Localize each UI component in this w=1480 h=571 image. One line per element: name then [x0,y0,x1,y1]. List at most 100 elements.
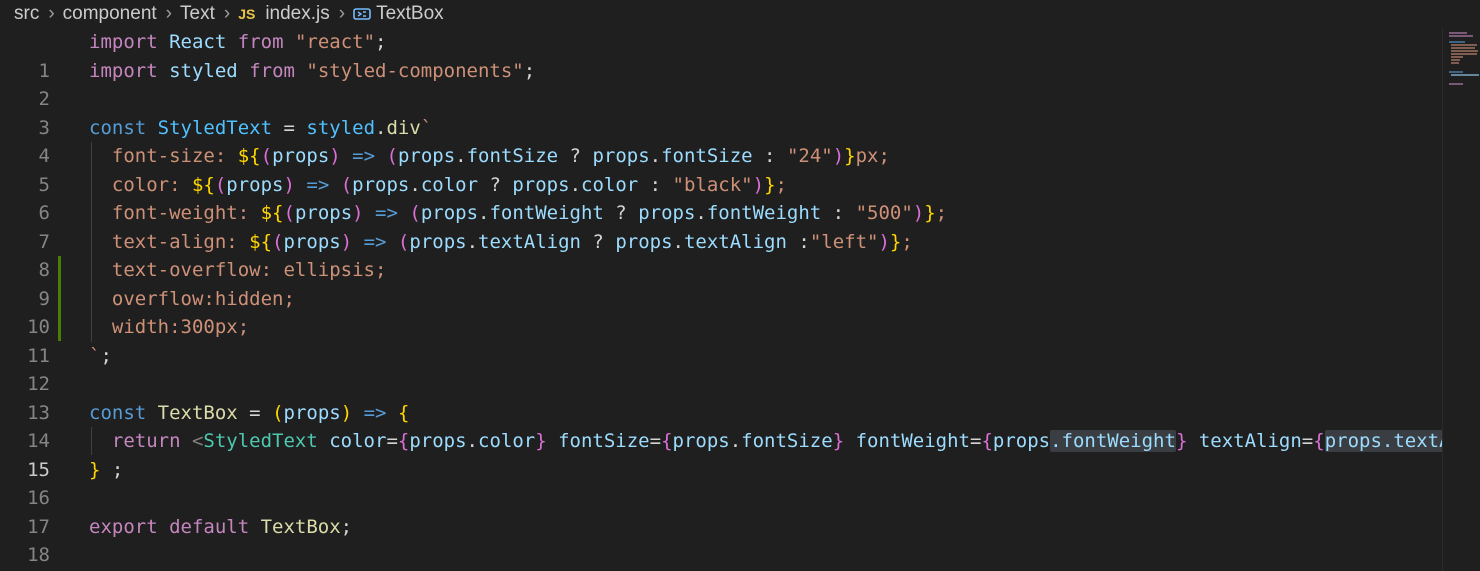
code-token: ; [340,515,353,538]
code-token: { [397,401,410,424]
code-token: from [237,31,284,53]
chevron-right-icon: › [223,3,231,24]
code-token: ( [386,145,398,167]
code-token: const [89,116,147,139]
code-token: => [352,230,398,253]
breadcrumb-item-symbol[interactable]: TextBox [376,3,444,25]
code-token: "left" [809,230,879,253]
code-token: { [661,430,673,452]
code-token: props [272,145,330,167]
code-token: ( [214,173,227,196]
code-token: } [832,430,845,452]
code-line: 18 export default TextBox; [0,513,1442,567]
code-token: props [226,173,284,196]
code-token: "24" [786,145,833,167]
code-line: 14 const TextBox = (props) => { [0,399,1442,453]
code-line: 10 overflow:hidden; [0,285,1442,339]
code-token: props [638,202,696,224]
code-line: 9 text-overflow: ellipsis; [0,256,1442,310]
code-token: color [581,173,639,196]
code-token: : [752,145,787,167]
code-line: 11 width:300px; [0,313,1442,367]
code-line: 2 import styled from "styled-components"… [0,57,1442,111]
code-token: ` [89,344,101,367]
code-token: { [1313,430,1325,452]
code-token: text-overflow: ellipsis; [89,259,387,281]
code-token: ( [397,230,410,253]
code-line: 16 } ; [0,456,1442,510]
code-token: ; [100,458,124,481]
code-token: => [294,173,341,196]
code-token: TextBox [157,401,238,424]
code-token: } [1175,430,1188,452]
code-token: export [89,515,158,538]
code-token: color [478,430,536,452]
code-token: = [969,430,982,452]
code-token: props [397,145,456,167]
code-line: 5 font-size: ${(props) => (props.fontSiz… [0,142,1442,196]
code-token: "react" [294,31,376,53]
code-token: ( [340,173,353,196]
code-line: 4 const StyledText = styled.div` [0,114,1442,168]
code-token: = [1301,430,1314,452]
code-token: props [409,230,467,253]
chevron-right-icon: › [338,3,346,24]
code-token: ${ [237,145,261,167]
code-token: textAlign [683,230,787,253]
code-line: 3 [0,85,1442,139]
breadcrumb-item-file[interactable]: index.js [265,3,329,25]
code-token: StyledText [157,116,273,139]
code-token: fontSize [741,430,833,452]
code-token: props [420,202,479,224]
code-line: 8 text-align: ${(props) => (props.textAl… [0,228,1442,282]
code-token: props [592,145,650,167]
code-token: const [89,401,147,424]
code-token: ) [340,401,353,424]
code-token: styled [169,59,238,82]
code-line: 13 [0,370,1442,424]
code-token: . [455,145,467,167]
chevron-right-icon: › [165,3,172,24]
code-token: ) [878,230,890,253]
code-token: props [409,430,467,452]
code-token: ) [329,145,341,167]
code-token: . [409,173,421,196]
code-token: width:300px; [89,316,250,338]
code-token: ) [352,202,364,224]
code-token: ; [935,202,948,224]
code-token: props [512,173,570,196]
code-token: ${ [260,202,284,224]
code-token: text-align: [89,230,250,253]
code-line: 19 [0,541,1442,570]
breadcrumb-item-text[interactable]: Text [180,3,215,25]
code-token: ? [558,145,593,167]
code-token: overflow:hidden; [89,287,295,310]
code-token: fontWeight [844,430,970,452]
code-token: px; [855,145,890,167]
code-token: . [569,173,582,196]
code-token: props [283,401,341,424]
code-token: ; [523,59,536,82]
code-token: textAlign [478,230,581,253]
code-line: 7 font-weight: ${(props) => (props.fontW… [0,199,1442,253]
code-token: import [89,31,158,53]
code-token: fontSize [661,145,753,167]
code-token: props [615,230,673,253]
code-token: ; [100,344,112,367]
code-editor[interactable]: 1 import React from "react"; 2 import st… [0,28,1442,571]
code-token: . [375,116,387,139]
code-token: ; [775,173,787,196]
code-token: } [764,173,776,196]
breadcrumb-item-component[interactable]: component [63,3,157,25]
code-token: } [89,458,101,481]
minimap[interactable] [1442,28,1480,571]
code-token: = [649,430,662,452]
code-token: < [191,430,204,452]
breadcrumb-item-src[interactable]: src [14,3,39,25]
code-token: . [695,202,707,224]
code-token: React [169,31,227,53]
code-token: from [249,59,295,82]
code-token: fontWeight [706,202,822,224]
code-token: . [672,230,684,253]
code-token: { [397,430,410,452]
